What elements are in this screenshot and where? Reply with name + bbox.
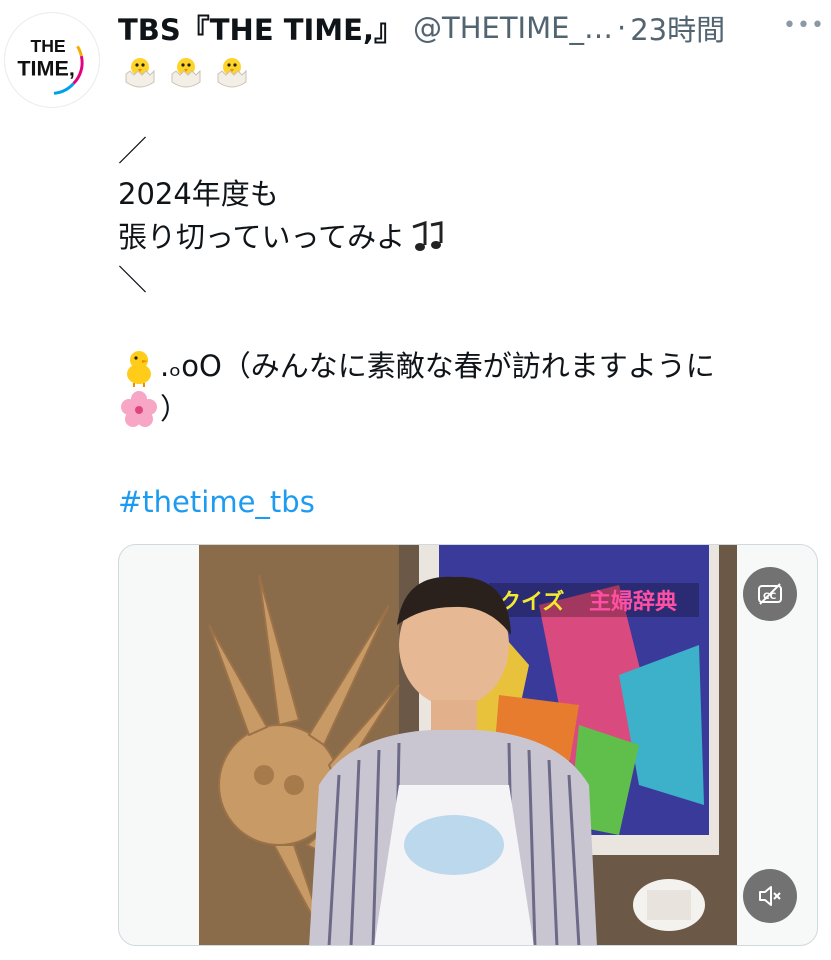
display-name[interactable]: TBS『THE TIME,』 [118, 7, 403, 49]
tweet-text: ／ 2024年度も 張り切っていってみよ ＼ .ₒoO（みんなに素敵な春が訪れま… [118, 130, 818, 524]
tweet-line-text: ） [160, 392, 190, 426]
timestamp[interactable]: 23時間 [630, 7, 725, 49]
tweet-line: 張り切っていってみよ [118, 216, 818, 259]
the-time-logo: THE TIME, [6, 14, 98, 106]
separator: · [616, 11, 627, 45]
tweet-line: ） [118, 388, 818, 431]
video-caption-left: クイズ [499, 589, 564, 615]
hashtag-link[interactable]: #thetime_tbs [118, 481, 315, 524]
hatching-chick-icon [125, 58, 155, 88]
avatar[interactable]: THE TIME, [4, 12, 100, 108]
user-handle[interactable]: @THETIME_… [413, 11, 613, 45]
tweet-line: .ₒoO（みんなに素敵な春が訪れますように [118, 345, 818, 388]
logo-line1: THE [30, 36, 65, 56]
cherry-blossom-icon [121, 390, 157, 427]
more-horizontal-icon[interactable]: ••• [783, 14, 824, 38]
tweet-line: ＼ [118, 263, 148, 297]
tweet-line-text: 張り切っていってみよ [118, 220, 406, 254]
baby-chick-icon [127, 350, 151, 387]
hatching-chick-icon [217, 58, 247, 88]
video-frame[interactable]: クイズ 主婦辞典 [199, 545, 737, 945]
captions-off-icon[interactable]: CC [743, 567, 797, 621]
name-emoji-row [120, 50, 252, 94]
hashtag-line: #thetime_tbs [118, 481, 818, 524]
video-player[interactable]: クイズ 主婦辞典 CC [118, 544, 818, 946]
video-caption-right: 主婦辞典 [589, 589, 677, 615]
musical-notes-icon [412, 220, 443, 251]
hatching-chick-icon [171, 58, 201, 88]
tweet-line: 2024年度も [118, 177, 279, 211]
tweet-header: TBS『THE TIME,』 @THETIME_… · 23時間 [118, 6, 815, 50]
volume-muted-icon[interactable] [743, 869, 797, 923]
video-thumbnail: クイズ 主婦辞典 [199, 545, 737, 945]
logo-line2: TIME, [17, 57, 74, 81]
tweet-line-text: .ₒoO（みんなに素敵な春が訪れますように [160, 349, 715, 383]
tweet-line: ／ [118, 134, 148, 168]
